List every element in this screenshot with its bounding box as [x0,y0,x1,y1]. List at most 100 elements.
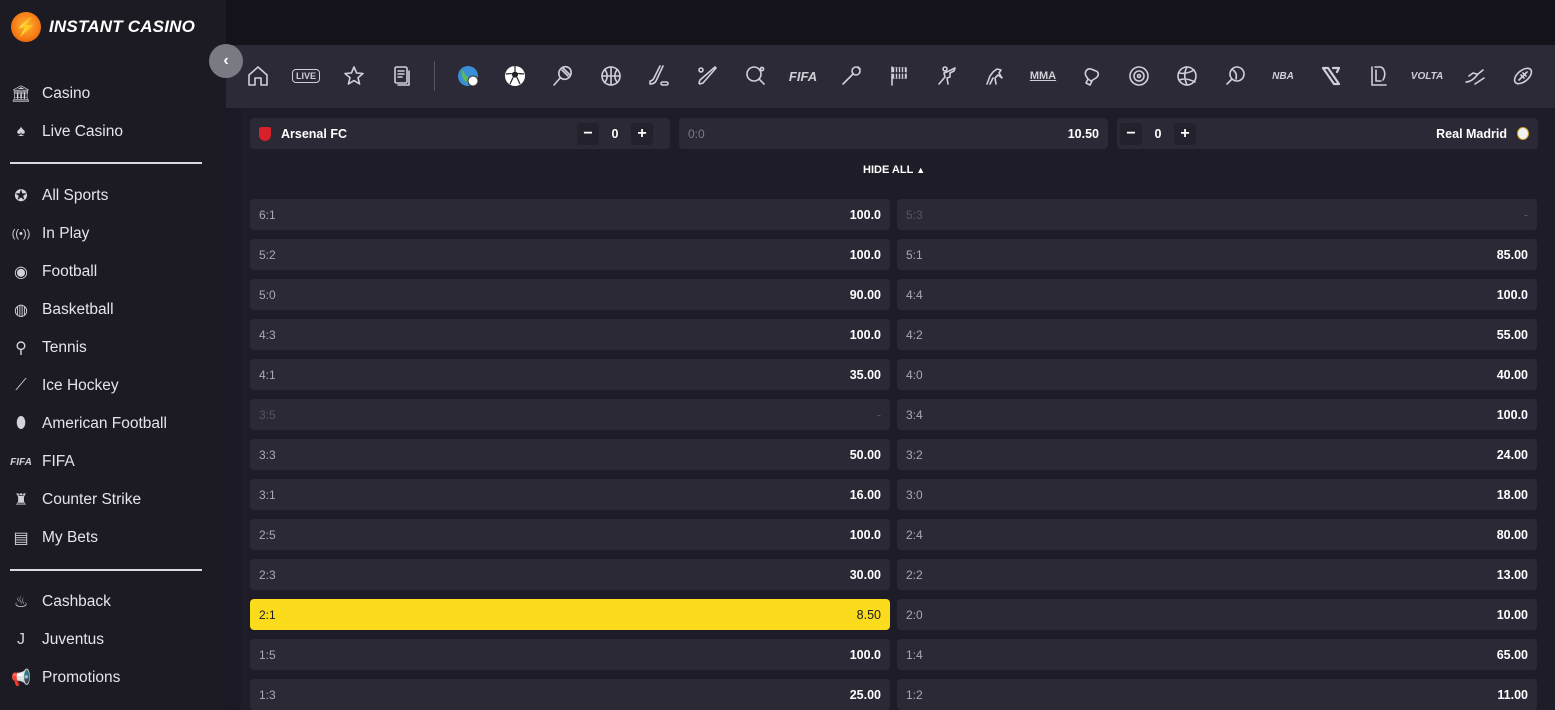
odds-price: 10.00 [1496,607,1528,622]
star-icon[interactable] [340,62,368,90]
score-odd-cell[interactable]: 3:3 50.00 [250,439,890,470]
sidebar: ⚡ INSTANT CASINO 🏛 Casino ♠ Live Casino ✪ All… [0,0,226,710]
sports-divider [434,61,435,91]
sidebar-item-label: Ice Hockey [42,377,119,394]
sidebar-item-ice-hockey[interactable]: ⟋ Ice Hockey [10,371,210,401]
away-minus-button[interactable]: − [1120,123,1142,145]
esports-icon[interactable] [1317,62,1345,90]
odds-price: 8.50 [856,607,881,622]
skiing-icon[interactable] [1461,62,1489,90]
odds-price: - [876,407,881,422]
racing-flag-icon[interactable] [885,62,913,90]
collapse-sidebar-button[interactable]: ‹ [209,44,243,78]
score-odd-cell[interactable]: 3:4 100.0 [897,399,1537,430]
score-label: 1:2 [906,687,923,702]
counter-strike-icon: ♜ [13,492,29,509]
score-odd-cell[interactable]: 4:2 55.00 [897,319,1537,350]
score-label: 1:4 [906,647,923,662]
sidebar-item-juventus[interactable]: J Juventus [10,625,210,655]
score-odd-cell[interactable]: 4:1 35.00 [250,359,890,390]
score-odd-cell[interactable]: 5:0 90.00 [250,279,890,310]
score-odd-cell[interactable]: 1:4 65.00 [897,639,1537,670]
darts-icon[interactable] [1125,62,1153,90]
score-label: 4:4 [906,287,923,302]
odds-price: 100.0 [1496,407,1528,422]
score-odd-cell[interactable]: 5:1 85.00 [897,239,1537,270]
sidebar-item-tennis[interactable]: ⚲ Tennis [10,333,210,363]
score-odd-cell[interactable]: 5:2 100.0 [250,239,890,270]
betslip-icon[interactable] [388,62,416,90]
rugby-icon[interactable] [1509,62,1537,90]
score-odd-cell[interactable]: 2:5 100.0 [250,519,890,550]
score-label: 2:3 [259,567,276,582]
volta-icon[interactable]: VOLTA [1411,62,1443,90]
away-goals-stepper: − 0 + [1120,123,1196,145]
score-odd-cell[interactable]: 1:5 100.0 [250,639,890,670]
score-odd-cell[interactable]: 3:1 16.00 [250,479,890,510]
score-odd-cell[interactable]: 3:2 24.00 [897,439,1537,470]
score-label: 3:0 [906,487,923,502]
nba2k-icon[interactable]: NBA [1269,62,1297,90]
sidebar-item-american-football[interactable]: ⬮ American Football [10,409,210,439]
fifa-icon[interactable]: FIFA [789,62,817,90]
volleyball-icon[interactable] [1173,62,1201,90]
odds-price: 100.0 [849,247,881,262]
sidebar-item-label: All Sports [42,187,109,204]
current-score-odd[interactable]: 0:0 10.50 [679,118,1108,149]
score-odd-cell[interactable]: 4:0 40.00 [897,359,1537,390]
sidebar-item-all-sports[interactable]: ✪ All Sports [10,181,210,211]
sidebar-item-in-play[interactable]: ((•)) In Play [10,219,210,249]
home-icon[interactable] [244,62,272,90]
hide-all-toggle[interactable]: HIDE ALL ▲ [863,164,925,176]
score-odd-cell[interactable]: 2:4 80.00 [897,519,1537,550]
sidebar-item-label: Basketball [42,301,114,318]
odds-price: 90.00 [849,287,881,302]
world-icon[interactable] [454,62,482,90]
sidebar-item-fifa[interactable]: FIFA FIFA [10,447,210,477]
sidebar-item-basketball[interactable]: ◍ Basketball [10,295,210,325]
fifa-icon: FIFA [10,456,32,468]
home-plus-button[interactable]: + [631,123,653,145]
score-odd-cell[interactable]: 1:2 11.00 [897,679,1537,710]
sidebar-item-football[interactable]: ◉ Football [10,257,210,287]
score-label: 4:1 [259,367,276,382]
badminton-icon[interactable] [837,62,865,90]
sidebar-item-counter-strike[interactable]: ♜ Counter Strike [10,485,210,515]
real-madrid-crest-icon [1517,127,1529,140]
away-goals-value: 0 [1154,127,1162,141]
score-odd-cell[interactable]: 2:3 30.00 [250,559,890,590]
score-odd-cell[interactable]: 1:3 25.00 [250,679,890,710]
boxing-icon[interactable] [1077,62,1105,90]
table-tennis-icon[interactable] [741,62,769,90]
tennis-icon[interactable] [549,62,577,90]
live-icon[interactable]: LIVE [292,62,321,90]
score-label: 1:5 [259,647,276,662]
score-odd-cell[interactable]: 4:3 100.0 [250,319,890,350]
home-minus-button[interactable]: − [577,123,599,145]
away-plus-button[interactable]: + [1174,123,1196,145]
counter-strike-icon[interactable] [933,62,961,90]
lightning-icon: ⚡ [11,12,41,42]
soccer-icon[interactable] [501,62,529,90]
horse-racing-icon[interactable] [981,62,1009,90]
score-odd-cell[interactable]: 3:0 18.00 [897,479,1537,510]
sidebar-item-cashback[interactable]: ♨ Cashback [10,587,210,617]
league-icon[interactable] [1365,62,1393,90]
handball-icon[interactable] [1221,62,1249,90]
basketball-icon[interactable] [597,62,625,90]
score-odd-cell[interactable]: 2:0 10.00 [897,599,1537,630]
score-odd-cell[interactable]: 6:1 100.0 [250,199,890,230]
hockey-icon[interactable] [645,62,673,90]
mma-icon[interactable]: MMA [1029,62,1057,90]
sidebar-item-label: American Football [42,415,167,432]
sidebar-item-casino[interactable]: 🏛 Casino [10,79,210,109]
score-odd-cell[interactable]: 2:1 8.50 [250,599,890,630]
sidebar-item-my-bets[interactable]: ▤ My Bets [10,523,210,553]
my-bets-icon: ▤ [13,530,29,547]
brand-logo[interactable]: ⚡ INSTANT CASINO [11,11,195,43]
score-odd-cell[interactable]: 2:2 13.00 [897,559,1537,590]
sidebar-item-promotions[interactable]: 📢 Promotions [10,663,210,693]
sidebar-item-live-casino[interactable]: ♠ Live Casino [10,117,210,147]
baseball-icon[interactable] [693,62,721,90]
score-odd-cell[interactable]: 4:4 100.0 [897,279,1537,310]
